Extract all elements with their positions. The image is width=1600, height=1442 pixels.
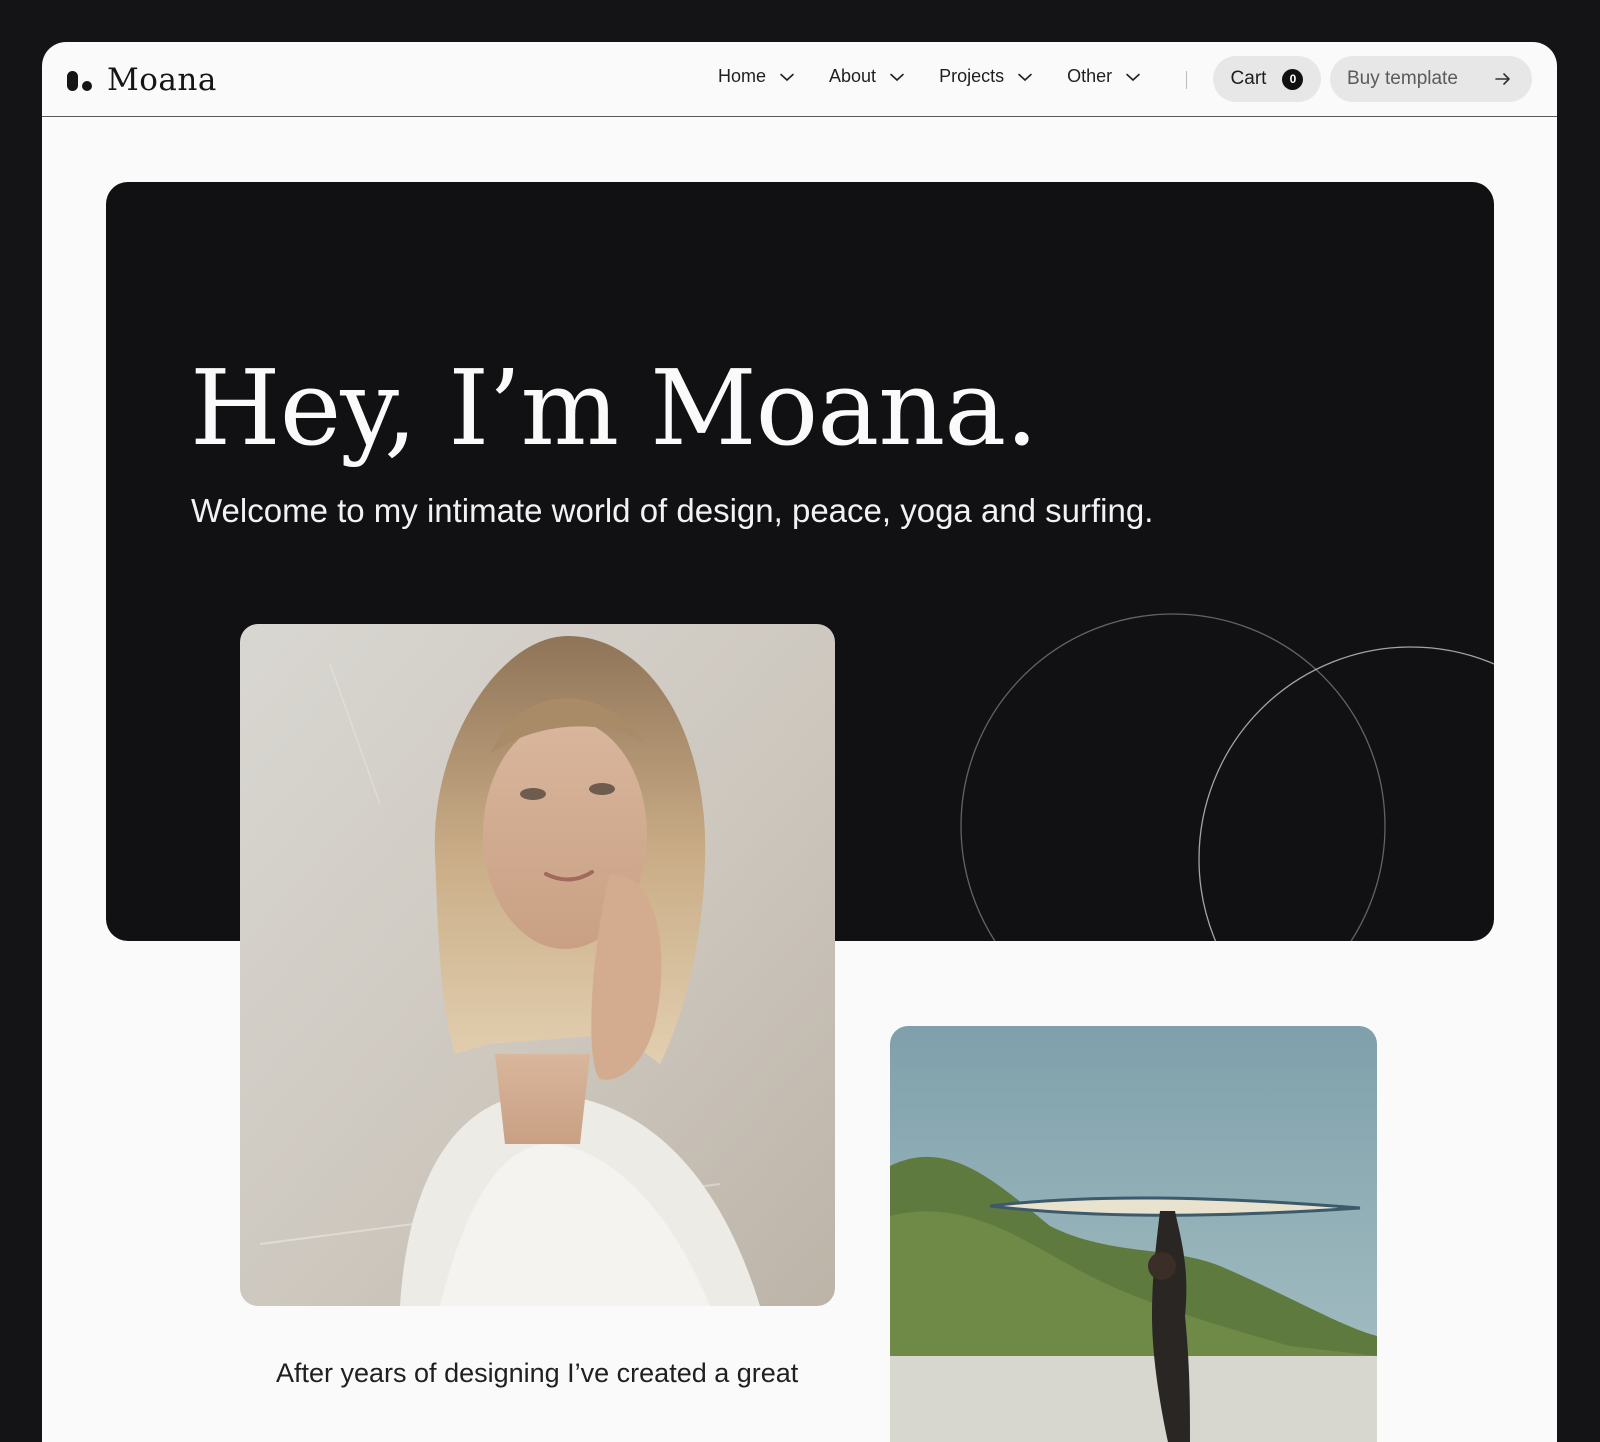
nav-divider bbox=[1186, 71, 1187, 89]
logo-mark-icon bbox=[67, 68, 95, 92]
nav-item-label: About bbox=[829, 66, 877, 86]
nav-item-projects[interactable]: Projects bbox=[939, 66, 1034, 87]
brand-name: Moana bbox=[107, 62, 217, 98]
nav-item-home[interactable]: Home bbox=[718, 66, 796, 87]
nav-item-label: Projects bbox=[939, 66, 1005, 86]
chevron-down-icon bbox=[890, 73, 904, 81]
cart-label: Cart bbox=[1230, 68, 1267, 89]
intro-paragraph: After years of designing I’ve created a … bbox=[276, 1358, 799, 1388]
nav-item-other[interactable]: Other bbox=[1067, 66, 1142, 87]
arrow-right-icon bbox=[1495, 73, 1510, 85]
top-navigation-bar: Moana Home About Projects Other Cart 0 B… bbox=[42, 42, 1557, 117]
chevron-down-icon bbox=[1126, 73, 1140, 81]
cart-count-badge: 0 bbox=[1282, 68, 1304, 90]
nav-item-label: Other bbox=[1067, 66, 1113, 86]
portrait-photo bbox=[240, 624, 835, 1306]
decorative-circle bbox=[960, 613, 1386, 941]
chevron-down-icon bbox=[780, 73, 794, 81]
nav-item-label: Home bbox=[718, 66, 767, 86]
brand-logo[interactable]: Moana bbox=[67, 62, 217, 98]
chevron-down-icon bbox=[1018, 73, 1032, 81]
browser-window: Moana Home About Projects Other Cart 0 B… bbox=[42, 42, 1557, 1442]
buy-template-button[interactable]: Buy template bbox=[1330, 56, 1532, 102]
hero-title: Hey, I’m Moana. bbox=[190, 347, 1038, 469]
hero-subtitle: Welcome to my intimate world of design, … bbox=[191, 492, 1154, 529]
decorative-circle bbox=[1198, 646, 1494, 941]
main-nav: Home About Projects Other bbox=[718, 66, 1175, 87]
surfing-photo bbox=[890, 1026, 1377, 1442]
cart-button[interactable]: Cart 0 bbox=[1213, 56, 1321, 102]
buy-template-label: Buy template bbox=[1347, 68, 1458, 89]
nav-item-about[interactable]: About bbox=[829, 66, 906, 87]
